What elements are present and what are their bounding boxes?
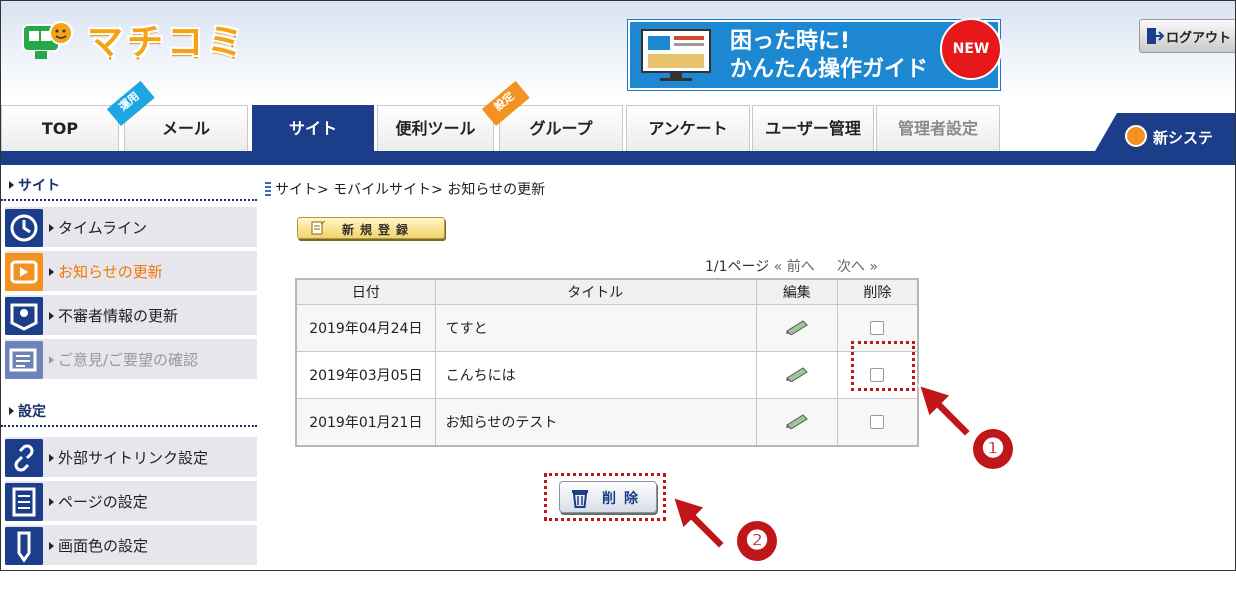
banner-line2: かんたん操作ガイド bbox=[730, 57, 929, 82]
tab-admin-settings: 管理者設定 bbox=[876, 105, 1000, 151]
sidebar-item-external-link[interactable]: 外部サイトリンク設定 bbox=[5, 437, 257, 479]
column-header-edit: 編集 bbox=[755, 278, 838, 305]
tab-user-management[interactable]: ユーザー管理 bbox=[752, 105, 874, 151]
gear-icon bbox=[1125, 125, 1147, 147]
prev-page-link[interactable]: 前へ bbox=[787, 259, 815, 275]
item-arrow-icon bbox=[49, 542, 54, 550]
header: マチコミ 困った時に! かんたん操作ガイド NEW ログアウト bbox=[1, 1, 1235, 99]
column-header-delete: 削除 bbox=[836, 278, 919, 305]
monitor-icon bbox=[641, 29, 711, 81]
tab-group[interactable]: グループ 設定 bbox=[481, 80, 623, 151]
heading-arrow-icon bbox=[9, 181, 14, 189]
notice-icon bbox=[5, 253, 43, 291]
clock-icon bbox=[5, 209, 43, 247]
sidebar-heading-site: サイト bbox=[1, 171, 257, 201]
callout-arrow-2-icon bbox=[671, 495, 727, 551]
column-header-date: 日付 bbox=[295, 278, 436, 305]
sidebar-item-timeline[interactable]: タイムライン bbox=[5, 207, 257, 249]
new-registration-label: 新規登録 bbox=[342, 223, 415, 237]
page-icon bbox=[5, 483, 43, 521]
item-arrow-icon bbox=[49, 224, 54, 232]
page-info: 1/1ページ bbox=[705, 259, 770, 275]
item-arrow-icon bbox=[49, 312, 54, 320]
row-title: てすと bbox=[434, 304, 757, 352]
row-title: こんちには bbox=[434, 351, 757, 399]
callout-arrow-1-icon bbox=[917, 383, 973, 439]
banner-line1: 困った時に! bbox=[730, 29, 851, 54]
sidebar-item-label: ページの設定 bbox=[49, 481, 148, 523]
feedback-icon bbox=[5, 341, 43, 379]
logout-label: ログアウト bbox=[1166, 31, 1232, 46]
logo-mascot-icon bbox=[22, 21, 73, 59]
sidebar-item-page-settings[interactable]: ページの設定 bbox=[5, 481, 257, 523]
tab-group-label: グループ bbox=[529, 119, 593, 138]
sidebar-item-feedback: ご意見/ご要望の確認 bbox=[5, 339, 257, 381]
row-date: 2019年01月21日 bbox=[295, 398, 436, 447]
sidebar-heading-settings-label: 設定 bbox=[18, 404, 46, 420]
pager: 1/1ページ « 前へ 次へ » bbox=[705, 256, 878, 276]
sidebar-item-label: お知らせの更新 bbox=[49, 251, 163, 293]
item-arrow-icon bbox=[49, 268, 54, 276]
item-arrow-icon bbox=[49, 498, 54, 506]
nav-bar-strip bbox=[1, 151, 1235, 165]
sidebar-item-suspicious-person[interactable]: 不審者情報の更新 bbox=[5, 295, 257, 337]
pencil-icon bbox=[5, 527, 43, 565]
tab-mail-label: メール bbox=[161, 119, 210, 138]
sidebar-heading-settings: 設定 bbox=[1, 397, 257, 427]
sidebar-item-label: タイムライン bbox=[49, 207, 147, 249]
table-row: 2019年04月24日 てすと bbox=[295, 304, 919, 352]
logout-icon bbox=[1147, 28, 1164, 44]
tab-survey[interactable]: アンケート bbox=[626, 105, 750, 151]
heading-arrow-icon bbox=[9, 407, 14, 415]
tab-site[interactable]: サイト bbox=[252, 105, 374, 151]
breadcrumb-icon bbox=[265, 182, 271, 196]
tab-mail[interactable]: メール 運用 bbox=[106, 80, 248, 151]
breadcrumb-text[interactable]: サイト> モバイルサイト> お知らせの更新 bbox=[275, 182, 545, 198]
tab-tools[interactable]: 便利ツール bbox=[377, 105, 494, 151]
sidebar-item-screen-color[interactable]: 画面色の設定 bbox=[5, 525, 257, 567]
sidebar-item-label: ご意見/ご要望の確認 bbox=[49, 339, 198, 381]
sidebar-item-notice-update[interactable]: お知らせの更新 bbox=[5, 251, 257, 293]
next-page-link[interactable]: 次へ bbox=[837, 259, 865, 275]
highlight-delete-box bbox=[544, 473, 666, 521]
guide-banner[interactable]: 困った時に! かんたん操作ガイド NEW bbox=[627, 18, 1002, 91]
row-date: 2019年04月24日 bbox=[295, 304, 436, 352]
new-registration-button[interactable]: 新規登録 bbox=[297, 217, 445, 239]
sidebar: サイト タイムライン お知らせの更新 不審者情報の更新 ご意見/ご要望の確認 設… bbox=[1, 165, 257, 570]
edit-pencil-icon[interactable] bbox=[784, 364, 810, 383]
next-arrows-icon: » bbox=[869, 259, 879, 275]
table-row: 2019年03月05日 こんちには bbox=[295, 351, 919, 399]
row-title: お知らせのテスト bbox=[434, 398, 757, 447]
column-header-title: タイトル bbox=[434, 278, 757, 305]
annotation-marker-2: ❷ bbox=[737, 521, 777, 561]
prev-arrows-icon: « bbox=[773, 259, 783, 275]
suspicious-person-icon bbox=[5, 297, 43, 335]
sidebar-heading-site-label: サイト bbox=[18, 178, 60, 194]
tab-top[interactable]: TOP bbox=[1, 105, 119, 151]
logo-text: マチコミ bbox=[87, 22, 248, 63]
annotation-marker-1: ❶ bbox=[973, 429, 1013, 469]
new-badge: NEW bbox=[940, 18, 1002, 80]
sidebar-item-label: 画面色の設定 bbox=[49, 525, 148, 567]
table-row: 2019年01月21日 お知らせのテスト bbox=[295, 398, 919, 447]
new-system-label: 新システ bbox=[1153, 129, 1214, 147]
row-date: 2019年03月05日 bbox=[295, 351, 436, 399]
link-icon bbox=[5, 439, 43, 477]
logo[interactable]: マチコミ bbox=[21, 17, 283, 69]
highlight-checkbox-box bbox=[851, 341, 915, 391]
edit-pencil-icon[interactable] bbox=[784, 411, 810, 430]
logout-button[interactable]: ログアウト bbox=[1139, 19, 1235, 53]
table-header-row: 日付 タイトル 編集 削除 bbox=[295, 278, 919, 305]
delete-checkbox[interactable] bbox=[870, 415, 885, 429]
sidebar-item-label: 不審者情報の更新 bbox=[49, 295, 178, 337]
new-document-icon bbox=[311, 220, 326, 235]
delete-checkbox[interactable] bbox=[870, 321, 885, 335]
edit-pencil-icon[interactable] bbox=[784, 317, 810, 336]
item-arrow-icon bbox=[49, 356, 54, 364]
sidebar-item-label: 外部サイトリンク設定 bbox=[49, 437, 208, 479]
item-arrow-icon bbox=[49, 454, 54, 462]
app-window: マチコミ 困った時に! かんたん操作ガイド NEW ログアウト TOP メール … bbox=[0, 0, 1236, 571]
notice-table: 日付 タイトル 編集 削除 2019年04月24日 てすと 2019年03月05… bbox=[295, 278, 919, 447]
breadcrumb: サイト> モバイルサイト> お知らせの更新 bbox=[265, 179, 545, 199]
